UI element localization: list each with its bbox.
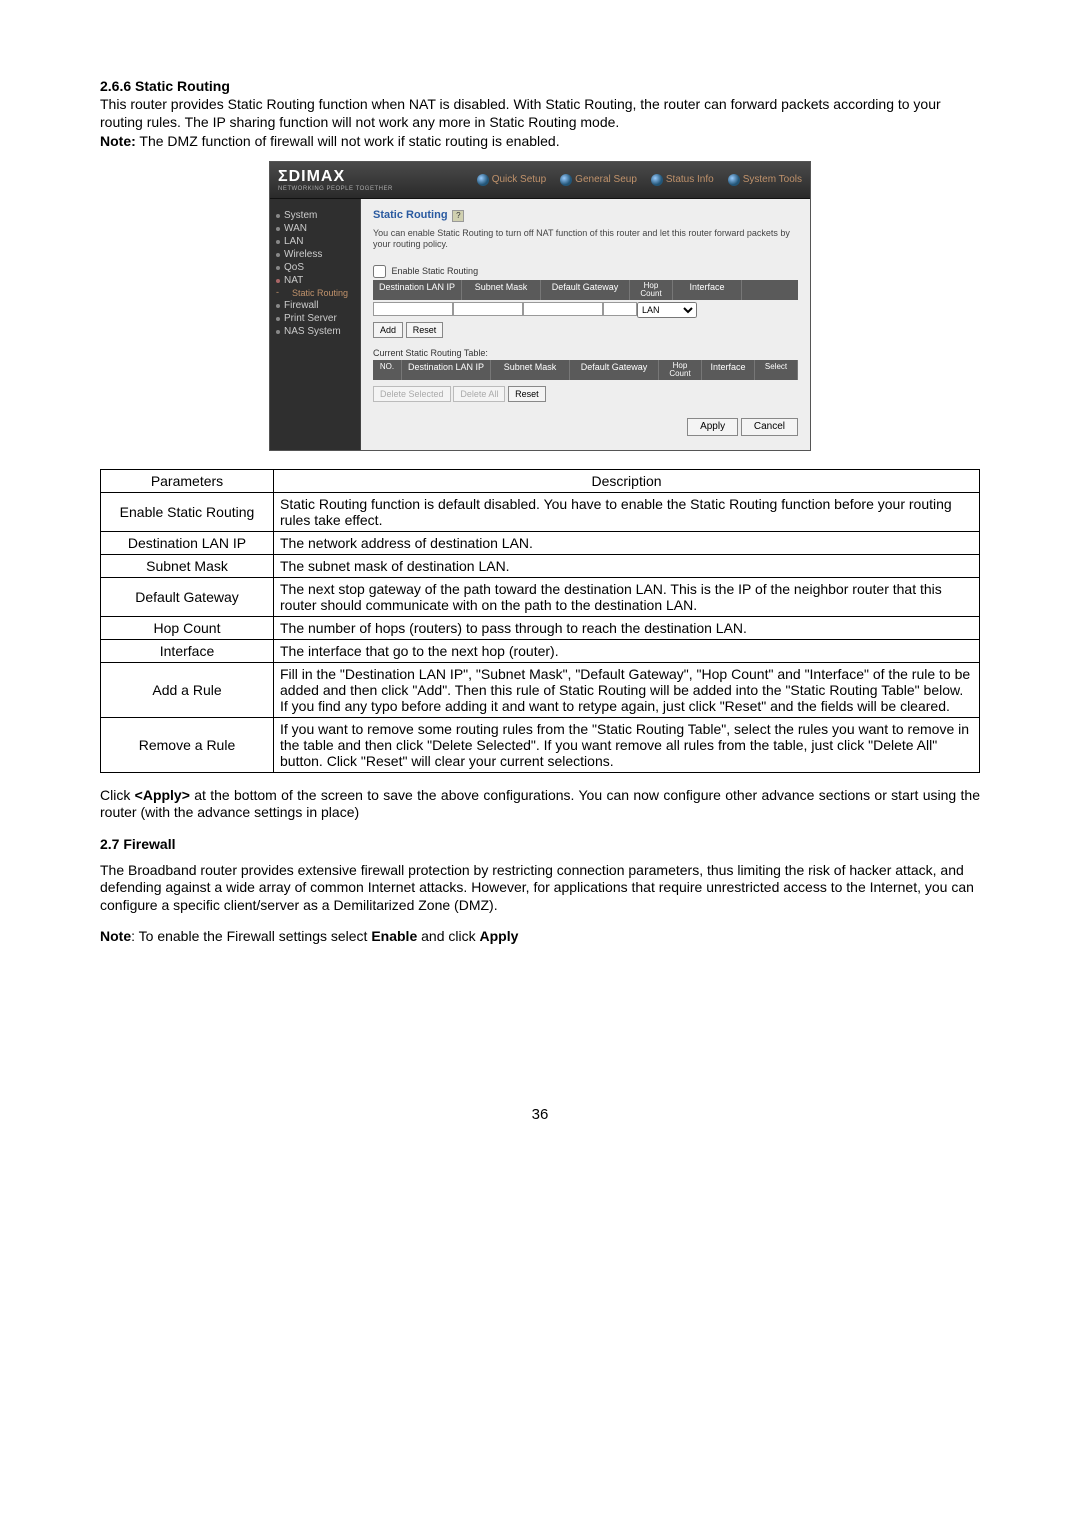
hdr-destination-lan-ip: Destination LAN IP	[373, 280, 462, 300]
sidebar-item-print-server[interactable]: Print Server	[276, 312, 354, 325]
sidebar-item-nat[interactable]: NAT	[276, 274, 354, 287]
table-row: Enable Static RoutingStatic Routing func…	[101, 492, 980, 531]
globe-icon	[728, 174, 740, 186]
parameters-table: Parameters Description Enable Static Rou…	[100, 469, 980, 773]
sidebar-item-firewall[interactable]: Firewall	[276, 299, 354, 312]
router-screenshot: ΣDIMAX NETWORKING PEOPLE TOGETHER Quick …	[269, 161, 811, 451]
hdr-interface: Interface	[673, 280, 742, 300]
nav-general-setup[interactable]: General Seup	[560, 174, 637, 186]
hdr-destination-lan-ip: Destination LAN IP	[402, 360, 491, 380]
routing-table-caption: Current Static Routing Table:	[373, 348, 798, 358]
add-button[interactable]: Add	[373, 322, 403, 338]
params-header-description: Description	[274, 469, 980, 492]
enable-static-routing-label[interactable]: Enable Static Routing	[373, 266, 478, 276]
hdr-interface: Interface	[702, 360, 755, 380]
nav-quick-setup[interactable]: Quick Setup	[477, 174, 546, 186]
note-label: Note:	[100, 133, 136, 149]
routing-table-header: NO. Destination LAN IP Subnet Mask Defau…	[373, 360, 798, 380]
section2-note: Note: To enable the Firewall settings se…	[100, 928, 980, 946]
hop-count-input[interactable]	[603, 302, 637, 316]
router-sidebar: System WAN LAN Wireless QoS NAT Static R…	[270, 199, 361, 450]
hdr-default-gateway: Default Gateway	[570, 360, 659, 380]
panel-description: You can enable Static Routing to turn of…	[373, 228, 798, 251]
sidebar-item-wireless[interactable]: Wireless	[276, 248, 354, 261]
apply-button[interactable]: Apply	[687, 418, 738, 436]
globe-icon	[477, 174, 489, 186]
router-top-nav: Quick Setup General Seup Status Info Sys…	[477, 174, 802, 186]
router-logo-tagline: NETWORKING PEOPLE TOGETHER	[278, 186, 393, 192]
sidebar-item-qos[interactable]: QoS	[276, 261, 354, 274]
params-header-parameters: Parameters	[101, 469, 274, 492]
table-row: InterfaceThe interface that go to the ne…	[101, 639, 980, 662]
hdr-default-gateway: Default Gateway	[541, 280, 630, 300]
sidebar-item-system[interactable]: System	[276, 209, 354, 222]
globe-icon	[651, 174, 663, 186]
sidebar-item-nas-system[interactable]: NAS System	[276, 325, 354, 338]
sidebar-item-lan[interactable]: LAN	[276, 235, 354, 248]
table-row: Hop CountThe number of hops (routers) to…	[101, 616, 980, 639]
reset-table-button[interactable]: Reset	[508, 386, 546, 402]
router-logo: ΣDIMAX	[278, 168, 393, 186]
hdr-select: Select	[755, 360, 798, 380]
table-row: Default GatewayThe next stop gateway of …	[101, 577, 980, 616]
nav-status-info[interactable]: Status Info	[651, 174, 714, 186]
subnet-mask-input[interactable]	[453, 302, 523, 316]
panel-title: Static Routing	[373, 209, 448, 221]
delete-selected-button[interactable]: Delete Selected	[373, 386, 451, 402]
default-gateway-input[interactable]	[523, 302, 603, 316]
sidebar-item-static-routing[interactable]: Static Routing	[276, 287, 354, 299]
section1-para: This router provides Static Routing func…	[100, 96, 980, 131]
input-row: LAN	[373, 302, 798, 318]
sidebar-item-wan[interactable]: WAN	[276, 222, 354, 235]
apply-instruction: Click <Apply> at the bottom of the scree…	[100, 787, 980, 822]
input-header-row: Destination LAN IP Subnet Mask Default G…	[373, 280, 798, 300]
table-row: Subnet MaskThe subnet mask of destinatio…	[101, 554, 980, 577]
help-icon[interactable]: ?	[452, 210, 464, 222]
section2-para: The Broadband router provides extensive …	[100, 862, 980, 915]
table-row: Remove a RuleIf you want to remove some …	[101, 717, 980, 772]
hdr-subnet-mask: Subnet Mask	[491, 360, 570, 380]
hdr-no: NO.	[373, 360, 402, 380]
nav-system-tools[interactable]: System Tools	[728, 174, 802, 186]
interface-select[interactable]: LAN	[637, 302, 697, 318]
table-row: Add a RuleFill in the "Destination LAN I…	[101, 662, 980, 717]
enable-static-routing-checkbox[interactable]	[373, 265, 386, 278]
hdr-hop-count: Hop Count	[659, 360, 702, 380]
section-heading-firewall: 2.7 Firewall	[100, 836, 980, 852]
router-main-panel: Static Routing ? You can enable Static R…	[361, 199, 810, 450]
hdr-hop-count: Hop Count	[630, 280, 673, 300]
reset-button[interactable]: Reset	[406, 322, 444, 338]
router-header: ΣDIMAX NETWORKING PEOPLE TOGETHER Quick …	[270, 162, 810, 199]
section1-note: Note: The DMZ function of firewall will …	[100, 133, 980, 151]
hdr-subnet-mask: Subnet Mask	[462, 280, 541, 300]
cancel-button[interactable]: Cancel	[741, 418, 798, 436]
delete-all-button[interactable]: Delete All	[453, 386, 505, 402]
note-text: The DMZ function of firewall will not wo…	[136, 133, 560, 149]
page-number: 36	[100, 1106, 980, 1123]
section-heading-static-routing: 2.6.6 Static Routing	[100, 78, 980, 94]
destination-lan-ip-input[interactable]	[373, 302, 453, 316]
globe-icon	[560, 174, 572, 186]
table-row: Destination LAN IPThe network address of…	[101, 531, 980, 554]
